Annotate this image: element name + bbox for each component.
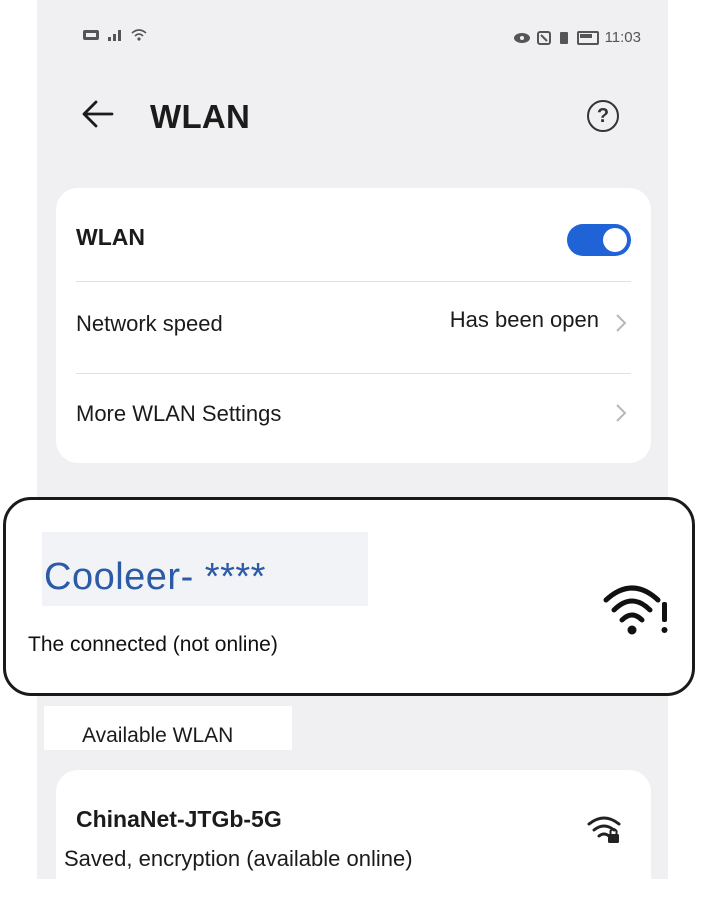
vibrate-icon	[559, 31, 568, 44]
battery-icon	[576, 30, 599, 45]
arrow-left-icon[interactable]	[80, 96, 116, 132]
network-speed-row[interactable]: Network speed Has been open	[56, 281, 651, 373]
network-speed-label: Network speed	[76, 311, 223, 336]
help-icon[interactable]: ?	[587, 100, 619, 132]
wifi-alert-icon	[603, 585, 668, 635]
nfc-icon	[536, 30, 551, 45]
wifi-lock-icon	[587, 816, 621, 843]
wlan-settings-card: WLAN Network speed Has been open More WL…	[56, 188, 651, 463]
status-time: 11:03	[604, 29, 641, 46]
sim-icon	[83, 30, 99, 40]
network-speed-value: Has been open	[449, 307, 599, 332]
status-bar-right: 11:03	[513, 29, 641, 46]
wifi-status-icon	[131, 29, 147, 41]
chevron-right-icon	[616, 404, 627, 422]
more-wlan-settings-label: More WLAN Settings	[76, 401, 282, 426]
network-name: ChinaNet-JTGb-5G	[76, 806, 282, 832]
eye-icon	[513, 32, 530, 43]
signal-icon	[108, 30, 121, 41]
toggle-knob	[603, 228, 627, 252]
connected-network-item[interactable]: Cooleer- **** The connected (not online)	[3, 497, 695, 696]
wlan-label: WLAN	[76, 224, 145, 250]
network-list-item[interactable]: ChinaNet-JTGb-5G Saved, encryption (avai…	[56, 770, 651, 900]
wlan-toggle[interactable]	[567, 224, 631, 256]
connected-ssid: Cooleer- ****	[44, 556, 266, 598]
chevron-right-icon	[616, 314, 627, 332]
network-status: Saved, encryption (available online)	[64, 846, 413, 871]
more-wlan-settings-row[interactable]: More WLAN Settings	[56, 373, 651, 463]
available-wlan-heading: Available WLAN	[82, 724, 234, 747]
status-bar-left	[82, 28, 148, 42]
connected-status: The connected (not online)	[28, 633, 278, 656]
page-title: WLAN	[150, 98, 251, 135]
wlan-toggle-row[interactable]: WLAN	[56, 188, 651, 281]
